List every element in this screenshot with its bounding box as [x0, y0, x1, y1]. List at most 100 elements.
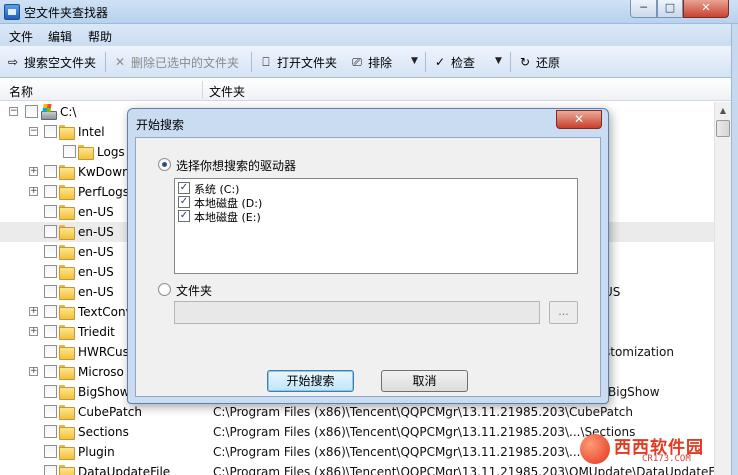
start-search-button[interactable]: 开始搜索 — [267, 370, 354, 392]
expand-icon[interactable]: + — [29, 327, 38, 336]
folder-icon — [59, 465, 75, 475]
row-checkbox[interactable] — [63, 145, 76, 158]
menu-bar: 文件 编辑 帮助 — [0, 24, 738, 46]
row-checkbox[interactable] — [44, 385, 57, 398]
restore-button[interactable]: ↻ 还原 — [518, 52, 560, 72]
collapse-icon[interactable]: − — [9, 107, 18, 116]
minimize-button[interactable]: ─ — [630, 0, 657, 18]
row-checkbox[interactable] — [44, 205, 57, 218]
row-name: C:\ — [60, 105, 77, 119]
row-name: Logs — [97, 145, 125, 159]
close-button[interactable]: ✕ — [683, 0, 729, 18]
search-empty-folders-button[interactable]: ⇨ 搜索空文件夹 — [6, 52, 96, 72]
drives-radio[interactable] — [158, 158, 171, 171]
drive-checkbox[interactable]: ✓ — [178, 182, 190, 194]
restore-icon: ↻ — [519, 55, 531, 69]
drive-list: ✓ 系统 (C:) ✓ 本地磁盘 (D:) ✓ 本地磁盘 (E:) — [174, 178, 578, 274]
row-checkbox[interactable] — [44, 345, 57, 358]
folder-icon — [59, 385, 75, 400]
column-header: 名称 文件夹 — [0, 79, 738, 101]
row-name: en-US — [78, 285, 114, 299]
row-name: PerfLogs — [78, 185, 130, 199]
cancel-button[interactable]: 取消 — [381, 370, 468, 392]
folder-icon — [59, 245, 75, 260]
row-name: Sections — [78, 425, 129, 439]
delete-x-icon: ✕ — [114, 55, 126, 69]
folder-radio-label: 文件夹 — [176, 284, 213, 298]
drive-icon — [40, 104, 57, 120]
dialog-body: 选择你想搜索的驱动器 ✓ 系统 (C:) ✓ 本地磁盘 (D:) ✓ 本地磁盘 … — [135, 137, 601, 397]
expand-icon[interactable]: + — [29, 167, 38, 176]
drive-checkbox[interactable]: ✓ — [178, 196, 190, 208]
row-checkbox[interactable] — [44, 165, 57, 178]
row-name: CubePatch — [78, 405, 142, 419]
row-checkbox[interactable] — [44, 185, 57, 198]
row-name: en-US — [78, 205, 114, 219]
tree-row[interactable]: CubePatch C:\Program Files (x86)\Tencent… — [0, 402, 714, 422]
folder-path-input[interactable] — [174, 301, 540, 324]
dialog-title: 开始搜索 — [136, 118, 185, 132]
row-checkbox[interactable] — [44, 285, 57, 298]
row-name: TextConv — [78, 305, 133, 319]
exclude-button[interactable]: ⎚ 排除 — [350, 52, 392, 72]
row-checkbox[interactable] — [44, 365, 57, 378]
row-checkbox[interactable] — [25, 105, 38, 118]
vertical-scrollbar[interactable]: ▲ — [714, 102, 731, 475]
collapse-icon[interactable]: − — [29, 127, 38, 136]
open-folder-button[interactable]: ⎕ 打开文件夹 — [259, 52, 337, 72]
row-path: stomization — [604, 345, 674, 359]
dialog-title-bar: 开始搜索 ✕ — [128, 109, 608, 137]
toolbar: ⇨ 搜索空文件夹 ✕ 删除已选中的文件夹 ⎕ 打开文件夹 ⎚ 排除 ▼ ✓ 检查… — [0, 46, 738, 78]
row-name: Triedit — [78, 325, 115, 339]
column-folder[interactable]: 文件夹 — [209, 83, 245, 100]
title-bar: 空文件夹查找器 ─ □ ✕ — [0, 0, 738, 24]
delete-selected-button[interactable]: ✕ 删除已选中的文件夹 — [113, 52, 239, 72]
expand-icon[interactable]: + — [29, 187, 38, 196]
row-checkbox[interactable] — [44, 465, 57, 475]
scroll-up-icon[interactable]: ▲ — [715, 102, 731, 119]
folder-icon — [59, 345, 75, 360]
row-checkbox[interactable] — [44, 265, 57, 278]
folder-icon — [59, 225, 75, 240]
row-checkbox[interactable] — [44, 305, 57, 318]
row-checkbox[interactable] — [44, 425, 57, 438]
app-icon — [4, 4, 20, 20]
row-checkbox[interactable] — [44, 405, 57, 418]
maximize-button[interactable]: □ — [657, 0, 683, 18]
dialog-close-button[interactable]: ✕ — [556, 110, 602, 129]
row-checkbox[interactable] — [44, 445, 57, 458]
folder-icon — [59, 125, 75, 140]
check-button[interactable]: ✓ 检查 — [433, 52, 475, 72]
arrow-right-icon: ⇨ — [7, 55, 19, 69]
expand-icon[interactable]: + — [29, 367, 38, 376]
folder-icon — [59, 365, 75, 380]
expand-icon[interactable]: + — [29, 307, 38, 316]
scroll-thumb[interactable] — [716, 120, 730, 137]
exclude-dropdown-icon[interactable]: ▼ — [411, 56, 418, 66]
drive-label: 本地磁盘 (E:) — [194, 211, 261, 224]
drive-checkbox[interactable]: ✓ — [178, 210, 190, 222]
row-checkbox[interactable] — [44, 245, 57, 258]
row-name: KwDown — [78, 165, 130, 179]
folder-icon — [59, 165, 75, 180]
row-name: DataUpdateFile — [78, 465, 171, 475]
row-checkbox[interactable] — [44, 125, 57, 138]
window-title: 空文件夹查找器 — [24, 6, 109, 20]
window-frame-edge — [731, 24, 738, 475]
row-checkbox[interactable] — [44, 225, 57, 238]
menu-file[interactable]: 文件 — [9, 28, 33, 45]
row-name: HWRCus — [78, 345, 129, 359]
menu-edit[interactable]: 编辑 — [48, 28, 72, 45]
column-name[interactable]: 名称 — [9, 83, 33, 100]
folder-icon — [78, 145, 94, 160]
menu-help[interactable]: 帮助 — [88, 28, 112, 45]
folder-icon — [59, 405, 75, 420]
folder-icon — [59, 305, 75, 320]
browse-button[interactable]: ... — [549, 301, 578, 324]
folder-icon — [59, 205, 75, 220]
row-checkbox[interactable] — [44, 325, 57, 338]
check-dropdown-icon[interactable]: ▼ — [495, 56, 502, 66]
folder-radio[interactable] — [158, 283, 171, 296]
row-name: en-US — [78, 265, 114, 279]
watermark-subtext: CR173.COM — [642, 454, 691, 464]
